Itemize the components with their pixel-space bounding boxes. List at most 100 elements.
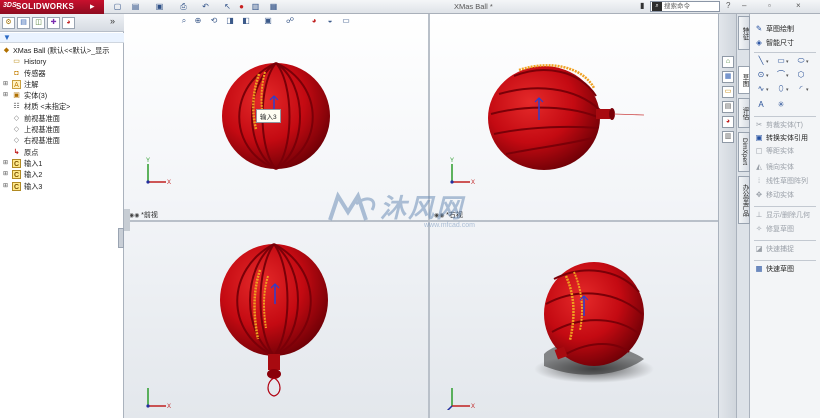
linear-pattern-button[interactable]: ⁞ 线性草图阵列: [754, 176, 808, 187]
tree-node-solid-bodies[interactable]: ⊞ ▣ 实体(3): [0, 90, 124, 101]
expand-icon[interactable]: ⊞: [3, 90, 9, 101]
repair-sketch-button[interactable]: ✧ 修复草图: [754, 224, 794, 235]
chevron-down-icon[interactable]: ▾: [766, 59, 769, 65]
new-file-icon[interactable]: ▢: [112, 2, 123, 12]
tree-node-top-plane[interactable]: ◇ 上视基准面: [0, 124, 124, 135]
move-entities-button[interactable]: ✥ 移动实体: [754, 190, 794, 201]
help-icon[interactable]: ?: [726, 1, 730, 10]
ball-top-view[interactable]: [220, 243, 328, 397]
hide-show-items-icon[interactable]: ☍: [285, 16, 295, 26]
tree-node-sensors[interactable]: ◘ 传感器: [0, 68, 124, 79]
rebuild-icon[interactable]: ●: [236, 2, 247, 12]
tree-node-import1[interactable]: ⊞ C 输入1: [0, 158, 124, 169]
tree-node-import3[interactable]: ⊞ C 输入3: [0, 181, 124, 192]
trim-entities-button[interactable]: ✂ 剪裁实体(T): [754, 120, 803, 131]
tree-filter-bar[interactable]: ▼: [0, 33, 124, 43]
tree-node-origin[interactable]: ↳ 原点: [0, 147, 124, 158]
design-library-icon[interactable]: ▦: [722, 71, 734, 83]
view-label-front[interactable]: ◉◉ *前视: [129, 210, 158, 220]
tab-sketch[interactable]: 草图: [738, 66, 750, 94]
rectangle-icon[interactable]: ▭: [776, 56, 786, 66]
smart-dimension-button[interactable]: ◈ 智能尺寸: [754, 38, 794, 49]
mirror-entities-button[interactable]: ◭ 镜向实体: [754, 162, 794, 173]
circle-icon[interactable]: ⊙: [756, 70, 766, 80]
appearances-icon[interactable]: ◕: [722, 116, 734, 128]
minimize-icon[interactable]: –: [742, 1, 746, 10]
section-view-icon[interactable]: ◨: [225, 16, 235, 26]
chevron-down-icon[interactable]: ▾: [806, 87, 809, 93]
arc-icon[interactable]: ⌒: [776, 70, 786, 80]
zoom-to-area-icon[interactable]: ⊕: [193, 16, 203, 26]
display-manager-tab-icon[interactable]: ◕: [62, 17, 75, 29]
options-icon[interactable]: ▦: [268, 2, 279, 12]
display-style-icon[interactable]: ▣: [263, 16, 273, 26]
chevron-down-icon[interactable]: ▾: [766, 87, 769, 93]
file-properties-icon[interactable]: ▥: [250, 2, 261, 12]
apply-scene-icon[interactable]: ◒: [325, 16, 335, 26]
feature-manager-tab-icon[interactable]: ⚙: [2, 17, 15, 29]
tree-node-front-plane[interactable]: ◇ 前视基准面: [0, 113, 124, 124]
custom-properties-icon[interactable]: ▥: [722, 131, 734, 143]
graphics-area[interactable]: ⌕ ⊕ ⟲ ◨ ◧ ▣ ☍ ◕ ◒ ▭ 输入3 Y X Y X X X ◉◉ *…: [124, 14, 736, 418]
view-orientation-icon[interactable]: ◧: [241, 16, 251, 26]
property-manager-tab-icon[interactable]: ▤: [17, 17, 30, 29]
tree-node-history[interactable]: ▭ History: [0, 56, 124, 67]
command-prompt-icon[interactable]: ▮: [640, 1, 644, 10]
file-explorer-icon[interactable]: ▭: [722, 86, 734, 98]
configuration-manager-tab-icon[interactable]: ◫: [32, 17, 45, 29]
spline-icon[interactable]: ∿: [756, 84, 766, 94]
restore-icon[interactable]: ▫: [768, 1, 771, 10]
undo-icon[interactable]: ↶: [200, 2, 211, 12]
view-settings-icon[interactable]: ▭: [341, 16, 351, 26]
tab-evaluate[interactable]: 评估: [738, 98, 750, 128]
ball-right-view[interactable]: [488, 64, 645, 170]
view-control-icon[interactable]: ◉◉: [129, 213, 141, 219]
previous-view-icon[interactable]: ⟲: [209, 16, 219, 26]
view-palette-icon[interactable]: ▤: [722, 101, 734, 113]
print-icon[interactable]: ⎙: [178, 2, 189, 12]
sketch-button[interactable]: ✎ 草图绘制: [754, 24, 794, 35]
tree-node-right-plane[interactable]: ◇ 右视基准面: [0, 135, 124, 146]
tab-dimxpert[interactable]: DimXpert: [738, 132, 750, 172]
line-icon[interactable]: ╲: [756, 56, 766, 66]
zoom-to-fit-icon[interactable]: ⌕: [179, 16, 189, 26]
chevron-down-icon[interactable]: ▾: [786, 73, 789, 79]
chevron-down-icon[interactable]: ▾: [766, 73, 769, 79]
select-icon[interactable]: ↖: [222, 2, 233, 12]
tree-node-annotations[interactable]: ⊞ A 注解: [0, 79, 124, 90]
polygon-icon[interactable]: ⬡: [796, 70, 806, 80]
ball-isometric-view[interactable]: [534, 262, 654, 383]
menu-expand-arrow[interactable]: ▸: [90, 1, 95, 12]
expand-icon[interactable]: ⊞: [3, 158, 9, 169]
rapid-sketch-button[interactable]: ▦ 快速草图: [754, 264, 794, 275]
filter-icon[interactable]: ▼: [3, 33, 11, 42]
expand-icon[interactable]: ⊞: [3, 79, 9, 90]
text-icon[interactable]: A: [756, 100, 766, 110]
show-relations-button[interactable]: ⊥ 显示/删除几何: [754, 210, 810, 221]
chevron-down-icon[interactable]: ▾: [786, 59, 789, 65]
edit-appearance-icon[interactable]: ◕: [309, 16, 319, 26]
fillet-icon[interactable]: ◜: [796, 84, 806, 94]
open-file-icon[interactable]: ▤: [130, 2, 141, 12]
expand-icon[interactable]: ⊞: [3, 169, 9, 180]
sw-resources-icon[interactable]: ⌂: [722, 56, 734, 68]
tab-office-products[interactable]: 办公室产品: [738, 176, 750, 224]
tab-features[interactable]: 特征: [738, 16, 750, 50]
quick-snaps-button[interactable]: ◪ 快速捕捉: [754, 244, 794, 255]
ellipse-icon[interactable]: ⬯: [776, 84, 786, 94]
solidworks-logo[interactable]: 3DS SOLIDWORKS ▸: [0, 0, 104, 14]
more-tabs-icon[interactable]: »: [110, 16, 115, 26]
offset-entities-button[interactable]: ▢ 等距实体: [754, 146, 794, 157]
close-icon[interactable]: ×: [796, 1, 801, 10]
search-commands-input[interactable]: ⌕ 搜索命令: [650, 1, 720, 12]
left-panel-scroll-handle[interactable]: [124, 209, 130, 231]
convert-entities-button[interactable]: ▣ 转换实体引用: [754, 133, 808, 144]
chevron-down-icon[interactable]: ▾: [786, 87, 789, 93]
tree-node-import2[interactable]: ⊞ C 输入2: [0, 169, 124, 180]
dimxpert-manager-tab-icon[interactable]: ✚: [47, 17, 60, 29]
tree-root[interactable]: ◆ XMas Ball (默认<<默认>_显示: [0, 45, 124, 56]
save-icon[interactable]: ▣: [154, 2, 165, 12]
tree-node-material[interactable]: ☷ 材质 <未指定>: [0, 101, 124, 112]
point-icon[interactable]: ✳: [776, 100, 786, 110]
chevron-down-icon[interactable]: ▾: [806, 59, 809, 65]
